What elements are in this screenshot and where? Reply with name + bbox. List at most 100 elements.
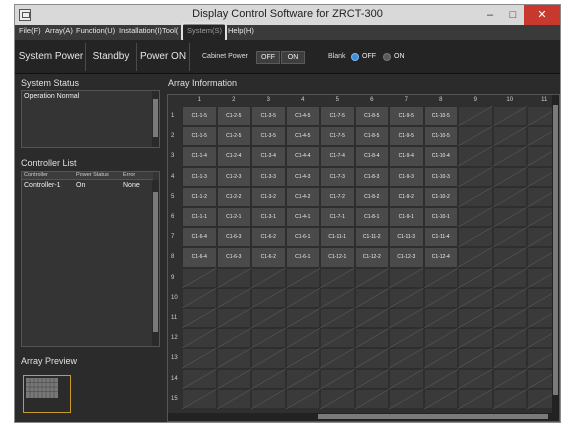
array-cell[interactable]: C1-4-5 xyxy=(285,106,320,127)
array-cell[interactable]: C1-10-5 xyxy=(423,106,458,127)
empty-cell[interactable] xyxy=(285,308,320,329)
array-cell[interactable]: C1-7-5 xyxy=(320,126,355,147)
empty-cell[interactable] xyxy=(423,348,458,369)
empty-cell[interactable] xyxy=(216,348,251,369)
array-cell[interactable]: C1-9-2 xyxy=(389,186,424,207)
empty-cell[interactable] xyxy=(354,388,389,409)
empty-cell[interactable] xyxy=(320,308,355,329)
empty-cell[interactable] xyxy=(423,388,458,409)
array-cell[interactable]: C1-11-2 xyxy=(354,227,389,248)
empty-cell[interactable] xyxy=(320,388,355,409)
empty-cell[interactable] xyxy=(458,388,493,409)
array-cell[interactable]: C1-4-5 xyxy=(285,126,320,147)
empty-cell[interactable] xyxy=(492,348,527,369)
array-cell[interactable]: C1-9-4 xyxy=(389,146,424,167)
array-cell[interactable]: C1-10-5 xyxy=(423,126,458,147)
array-preview[interactable] xyxy=(23,375,71,413)
empty-cell[interactable] xyxy=(492,186,527,207)
empty-cell[interactable] xyxy=(492,106,527,127)
title-bar[interactable]: Display Control Software for ZRCT-300 – … xyxy=(15,5,560,25)
empty-cell[interactable] xyxy=(458,126,493,147)
array-cell[interactable]: C1-6-1 xyxy=(285,247,320,268)
empty-cell[interactable] xyxy=(251,267,286,288)
empty-cell[interactable] xyxy=(389,348,424,369)
array-cell[interactable]: C1-4-3 xyxy=(285,166,320,187)
empty-cell[interactable] xyxy=(492,126,527,147)
system-power-button[interactable]: System Power xyxy=(17,43,85,71)
empty-cell[interactable] xyxy=(354,267,389,288)
empty-cell[interactable] xyxy=(423,328,458,349)
empty-cell[interactable] xyxy=(182,388,217,409)
column-error[interactable]: Error xyxy=(123,172,135,178)
empty-cell[interactable] xyxy=(389,368,424,389)
empty-cell[interactable] xyxy=(389,388,424,409)
array-cell[interactable]: C1-12-4 xyxy=(423,247,458,268)
menu-file[interactable]: File(F) xyxy=(19,26,41,35)
menu-function[interactable]: Function(U) xyxy=(76,26,115,35)
scroll-thumb[interactable] xyxy=(318,414,548,419)
array-cell[interactable]: C1-10-2 xyxy=(423,186,458,207)
empty-cell[interactable] xyxy=(492,146,527,167)
empty-cell[interactable] xyxy=(423,368,458,389)
empty-cell[interactable] xyxy=(354,348,389,369)
array-cell[interactable]: C1-6-2 xyxy=(251,247,286,268)
blank-off-label[interactable]: OFF xyxy=(362,53,376,60)
empty-cell[interactable] xyxy=(458,308,493,329)
empty-cell[interactable] xyxy=(389,267,424,288)
empty-cell[interactable] xyxy=(320,328,355,349)
scroll-thumb[interactable] xyxy=(553,105,558,395)
blank-on-radio-icon[interactable] xyxy=(383,53,391,61)
empty-cell[interactable] xyxy=(354,308,389,329)
column-controller[interactable]: Controller xyxy=(24,172,48,178)
empty-cell[interactable] xyxy=(285,287,320,308)
empty-cell[interactable] xyxy=(216,368,251,389)
array-cell[interactable]: C1-2-5 xyxy=(216,106,251,127)
array-cell[interactable]: C1-3-4 xyxy=(251,146,286,167)
array-grid-vscrollbar[interactable] xyxy=(552,95,559,413)
empty-cell[interactable] xyxy=(320,267,355,288)
empty-cell[interactable] xyxy=(216,308,251,329)
empty-cell[interactable] xyxy=(458,267,493,288)
empty-cell[interactable] xyxy=(182,368,217,389)
empty-cell[interactable] xyxy=(458,207,493,228)
empty-cell[interactable] xyxy=(285,328,320,349)
empty-cell[interactable] xyxy=(492,207,527,228)
empty-cell[interactable] xyxy=(182,267,217,288)
empty-cell[interactable] xyxy=(182,328,217,349)
menu-array[interactable]: Array(A) xyxy=(45,26,73,35)
array-cell[interactable]: C1-6-3 xyxy=(216,227,251,248)
empty-cell[interactable] xyxy=(458,368,493,389)
empty-cell[interactable] xyxy=(216,287,251,308)
empty-cell[interactable] xyxy=(492,227,527,248)
array-cell[interactable]: C1-8-3 xyxy=(354,166,389,187)
array-cell[interactable]: C1-11-1 xyxy=(320,227,355,248)
empty-cell[interactable] xyxy=(251,328,286,349)
array-cell[interactable]: C1-4-4 xyxy=(285,146,320,167)
empty-cell[interactable] xyxy=(285,368,320,389)
empty-cell[interactable] xyxy=(492,328,527,349)
empty-cell[interactable] xyxy=(320,348,355,369)
array-cell[interactable]: C1-8-1 xyxy=(354,207,389,228)
controller-list-scrollbar[interactable] xyxy=(152,180,159,346)
array-cell[interactable]: C1-1-2 xyxy=(182,186,217,207)
array-cell[interactable]: C1-7-4 xyxy=(320,146,355,167)
array-cell[interactable]: C1-6-2 xyxy=(251,227,286,248)
array-cell[interactable]: C1-10-1 xyxy=(423,207,458,228)
array-cell[interactable]: C1-6-3 xyxy=(216,247,251,268)
blank-off-radio-icon[interactable] xyxy=(351,53,359,61)
array-cell[interactable]: C1-12-3 xyxy=(389,247,424,268)
empty-cell[interactable] xyxy=(458,247,493,268)
empty-cell[interactable] xyxy=(458,186,493,207)
empty-cell[interactable] xyxy=(251,388,286,409)
array-cell[interactable]: C1-9-1 xyxy=(389,207,424,228)
cabinet-power-off-button[interactable]: OFF xyxy=(256,51,280,64)
array-cell[interactable]: C1-9-5 xyxy=(389,106,424,127)
array-grid-hscrollbar[interactable] xyxy=(168,413,559,421)
menu-tool[interactable]: Tool( xyxy=(162,26,178,35)
empty-cell[interactable] xyxy=(458,227,493,248)
array-cell[interactable]: C1-11-3 xyxy=(389,227,424,248)
array-cell[interactable]: C1-2-3 xyxy=(216,166,251,187)
empty-cell[interactable] xyxy=(285,388,320,409)
empty-cell[interactable] xyxy=(285,267,320,288)
empty-cell[interactable] xyxy=(389,328,424,349)
